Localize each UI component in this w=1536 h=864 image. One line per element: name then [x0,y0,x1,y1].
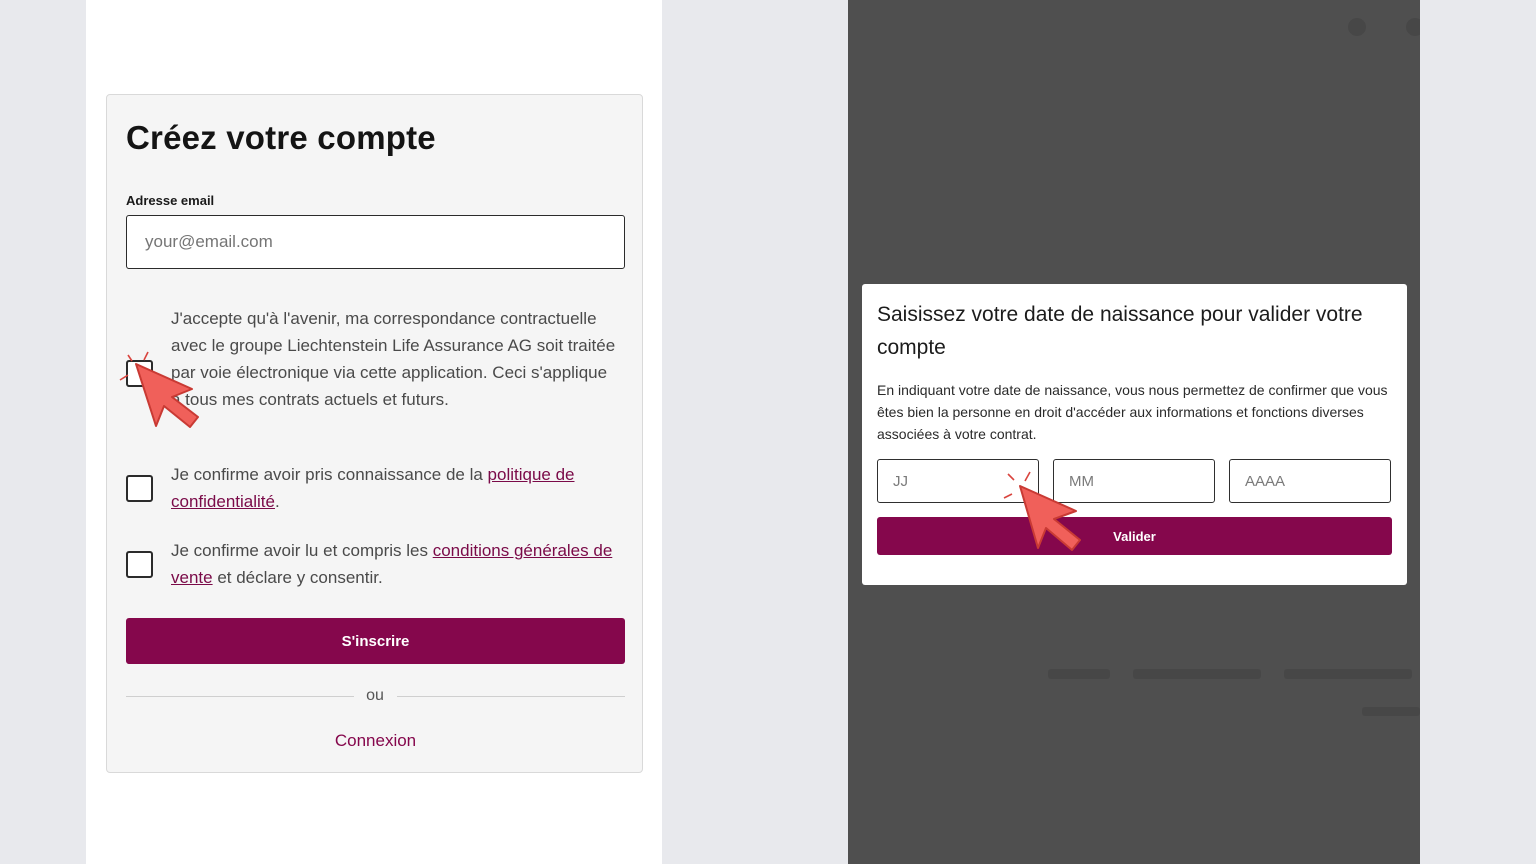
consent-electronic-text: J'accepte qu'à l'avenir, ma correspondan… [171,309,616,409]
consent-privacy-checkbox[interactable] [126,475,153,502]
ghost-footer-copyright [1362,707,1420,716]
consent-terms-checkbox[interactable] [126,551,153,578]
ghost-header-icon [1348,18,1366,36]
birth-day-field[interactable] [877,459,1039,503]
consent-electronic-checkbox[interactable] [126,360,153,387]
birth-year-field[interactable] [1229,459,1391,503]
consent-terms-text: Je confirme avoir lu et compris les cond… [171,537,621,591]
divider-left [126,696,354,697]
modal-title: Saisissez votre date de naissance pour v… [877,303,1363,359]
signup-card: Créez votre compte Adresse email J'accep… [106,94,643,773]
birth-month-field[interactable] [1053,459,1215,503]
ghost-footer-link [1284,669,1412,679]
email-label: Adresse email [126,193,215,208]
consent-privacy-text: Je confirme avoir pris connaissance de l… [171,461,621,515]
signup-button[interactable]: S'inscrire [126,618,625,664]
consent-terms-suffix: et déclare y consentir. [212,568,383,587]
consent-terms-prefix: Je confirme avoir lu et compris les [171,541,433,560]
consent-privacy-prefix: Je confirme avoir pris connaissance de l… [171,465,488,484]
page-title: Créez votre compte [126,119,436,156]
ghost-footer-link [1133,669,1261,679]
ghost-avatar-icon [1406,18,1420,36]
email-field[interactable] [126,215,625,269]
consent-privacy-suffix: . [274,492,280,511]
modal-description: En indiquant votre date de naissance, vo… [877,382,1388,442]
divider-label: ou [366,687,384,704]
ghost-footer-link [1048,669,1110,679]
validate-button[interactable]: Valider [877,517,1392,555]
login-link[interactable]: Connexion [126,731,625,751]
divider-right [397,696,625,697]
birthdate-modal: Saisissez votre date de naissance pour v… [862,284,1407,585]
